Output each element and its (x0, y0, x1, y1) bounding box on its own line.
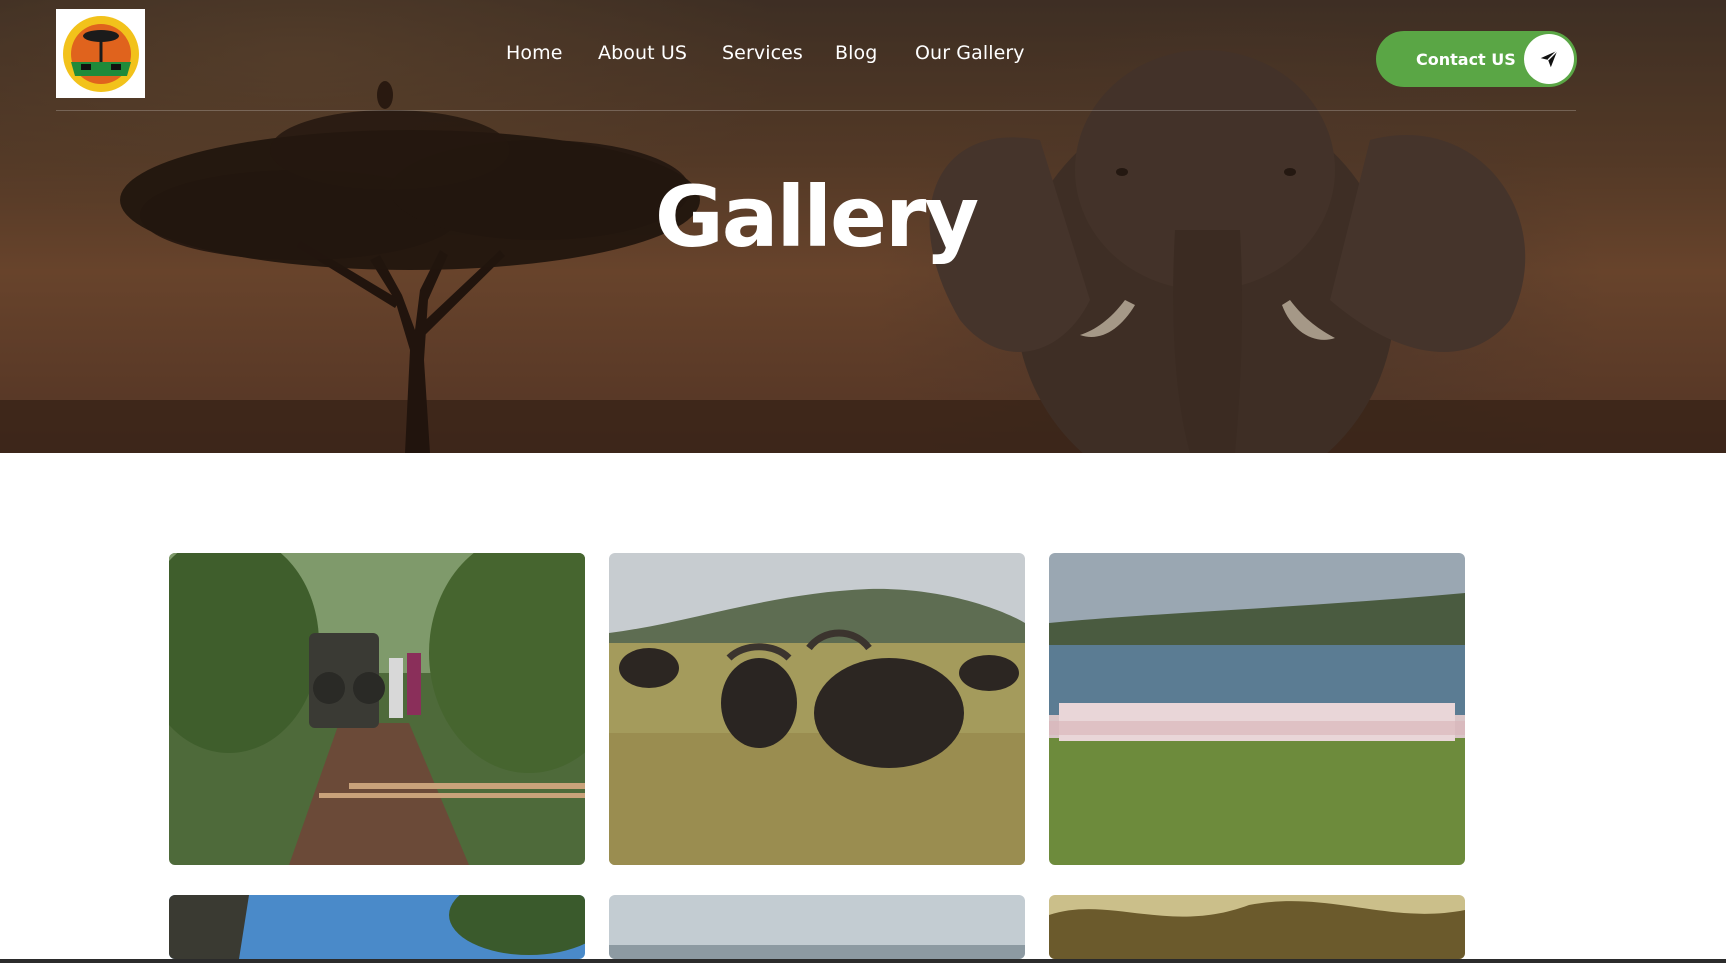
nav-services[interactable]: Services (722, 42, 803, 64)
gallery-item-safari-vehicle[interactable] (169, 553, 585, 865)
gallery-item-flamingos[interactable] (1049, 553, 1465, 865)
flamingo-lake-photo (1049, 553, 1465, 865)
bottom-edge (0, 959, 1726, 963)
gallery-item-cliff[interactable] (169, 895, 585, 959)
acacia-tree-photo (1049, 895, 1465, 959)
nav-blog[interactable]: Blog (835, 42, 877, 64)
lake-cloudy-sky-photo (609, 895, 1025, 959)
hero-banner: Home About US Services Blog Our Gallery … (0, 0, 1726, 453)
nav-about-us[interactable]: About US (598, 42, 687, 64)
nav-our-gallery[interactable]: Our Gallery (915, 42, 1025, 64)
cliff-sky-photo (169, 895, 585, 959)
page-title: Gallery (654, 168, 979, 266)
header-divider (56, 110, 1576, 111)
contact-us-label: Contact US (1416, 49, 1516, 69)
buffalo-grassland-photo (609, 553, 1025, 865)
contact-icon-circle (1524, 34, 1574, 84)
contact-us-button[interactable]: Contact US (1376, 31, 1577, 87)
paper-plane-icon (1540, 50, 1558, 68)
gallery-item-lake[interactable] (609, 895, 1025, 959)
gallery-item-acacia[interactable] (1049, 895, 1465, 959)
safari-vehicle-forest-photo (169, 553, 585, 865)
nav-home[interactable]: Home (506, 42, 563, 64)
gallery-item-buffalo[interactable] (609, 553, 1025, 865)
